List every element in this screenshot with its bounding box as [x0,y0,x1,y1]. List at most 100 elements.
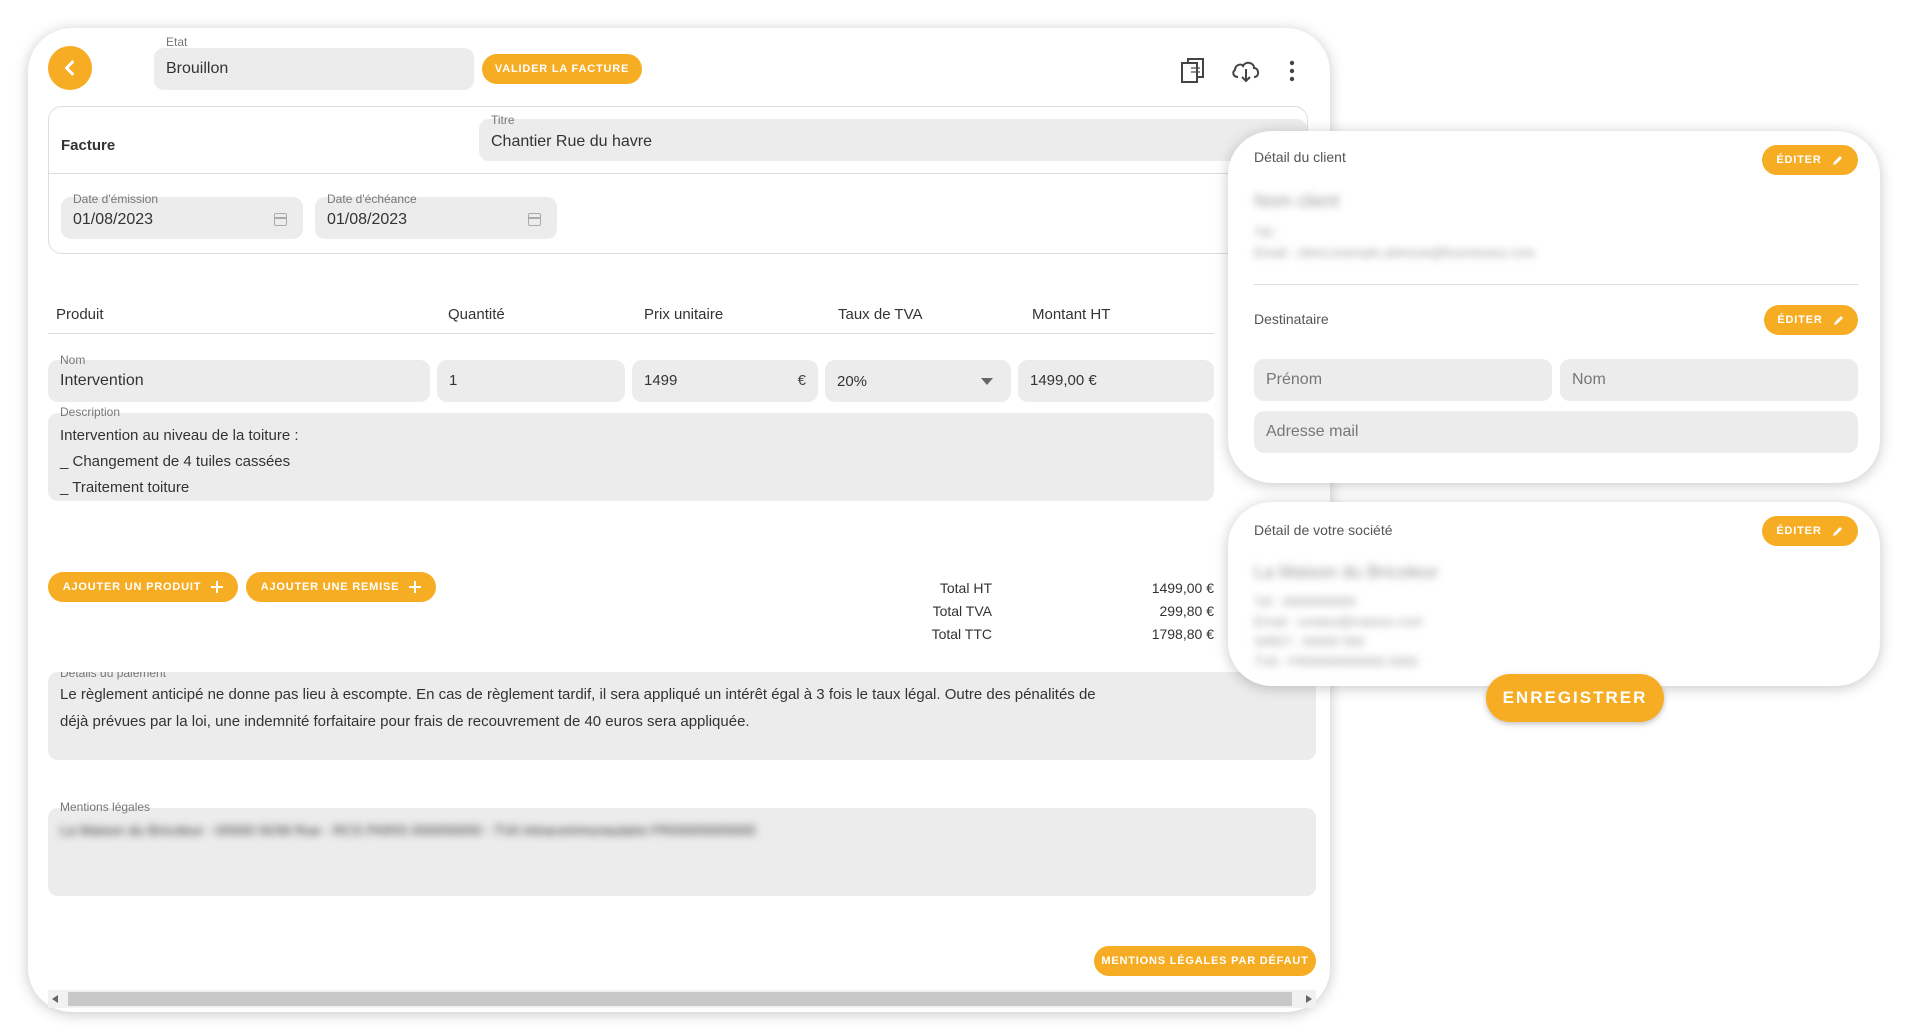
legal-mentions-text: La Maison du Bricoleur - 00000 NOM Rue -… [60,822,756,838]
recipient-email-field[interactable]: Adresse mail [1254,411,1858,453]
scroll-right-icon[interactable] [1306,995,1312,1003]
vat-value: 20% [837,373,868,390]
recipient-lastname-field[interactable]: Nom [1560,359,1858,401]
issue-date-label: Date d'émission [73,192,158,206]
column-header-amount: Montant HT [1032,306,1111,323]
client-name: Nom client [1254,191,1340,211]
description-line: _ Changement de 4 tuiles cassées [60,453,291,470]
total-tva-label: Total TVA [932,603,992,619]
amount-value: 1499,00 € [1030,372,1097,389]
unit-price-field[interactable]: 1499 € [632,360,818,402]
save-label: ENREGISTRER [1502,688,1648,707]
more-options-button[interactable] [1284,58,1300,84]
client-email: Email : client.exemple.adresse@fournisse… [1254,245,1536,260]
company-name: La Maison du Bricoleur [1254,562,1439,582]
add-product-label: AJOUTER UN PRODUIT [62,581,202,593]
due-date-value: 01/08/2023 [327,211,408,228]
pencil-icon [1832,156,1842,165]
description-line: Intervention au niveau de la toiture : [60,427,299,444]
etat-value: Brouillon [166,60,229,77]
total-ttc-value: 1798,80 € [1151,626,1214,642]
copy-icon [1181,58,1204,83]
back-icon [65,60,74,76]
edit-company-label: ÉDITER [1776,525,1822,537]
client-detail-title: Détail du client [1254,149,1346,165]
description-label: Description [60,405,121,419]
pencil-icon [1833,316,1843,325]
company-siret: SIRET : 00000 000 [1254,634,1365,649]
quantity-value: 1 [449,372,458,389]
invoice-card: Etat Brouillon VALIDER LA FACTURE Factur… [28,28,1330,1012]
download-button[interactable] [1230,58,1262,84]
title-label: Titre [491,113,515,127]
total-ht-value: 1499,00 € [1151,580,1214,596]
payment-details-field[interactable]: Détails du paiement Le règlement anticip… [48,672,1316,760]
table-header-divider [48,333,1214,334]
email-placeholder: Adresse mail [1266,423,1359,440]
column-header-unit-price: Prix unitaire [644,306,724,323]
validate-invoice-button[interactable]: VALIDER LA FACTURE [482,54,642,84]
legal-mentions-label: Mentions légales [60,800,151,814]
due-date-field[interactable]: Date d'échéance 01/08/2023 [315,192,557,239]
edit-company-button[interactable]: ÉDITER [1762,516,1858,546]
calendar-icon[interactable] [274,213,287,226]
legal-mentions-field[interactable]: Mentions légales La Maison du Bricoleur … [48,800,1316,896]
default-legal-mentions-button[interactable]: MENTIONS LÉGALES PAR DÉFAUT [1094,946,1316,976]
description-line: _ Traitement toiture [60,479,190,496]
etat-field[interactable]: Etat Brouillon [154,35,474,90]
scrollbar-thumb[interactable] [68,992,1292,1006]
etat-label: Etat [166,35,188,49]
company-detail-card: Détail de votre société ÉDITER La Maison… [1228,502,1880,686]
unit-price-value: 1499 [644,372,678,389]
invoice-info-box: Facture Titre Chantier Rue du havre Date… [48,106,1308,254]
add-product-button[interactable]: AJOUTER UN PRODUIT [48,572,238,602]
payment-details-label: Détails du paiement [60,672,167,680]
edit-client-button[interactable]: ÉDITER [1762,145,1858,175]
amount-field: 1499,00 € [1018,360,1214,402]
plus-icon [409,581,422,593]
add-discount-label: AJOUTER UNE REMISE [260,581,400,593]
save-button[interactable]: ENREGISTRER [1486,674,1664,722]
copy-button[interactable] [1178,56,1208,86]
payment-details-line: Le règlement anticipé ne donne pas lieu … [60,686,1096,703]
issue-date-value: 01/08/2023 [73,211,154,228]
title-field[interactable]: Titre Chantier Rue du havre [479,113,1307,161]
client-detail-card: Détail du client ÉDITER Nom client Tél :… [1228,131,1880,483]
title-value: Chantier Rue du havre [491,133,652,150]
total-ht-label: Total HT [939,580,992,596]
product-name-value: Intervention [60,372,144,389]
total-ttc-label: Total TTC [931,626,992,642]
pencil-icon [1832,527,1842,536]
payment-details-line: déjà prévues par la loi, une indemnité f… [60,713,750,730]
lastname-placeholder: Nom [1572,371,1606,388]
edit-recipient-button[interactable]: ÉDITER [1764,305,1858,335]
description-field[interactable]: Description Intervention au niveau de la… [48,405,1214,501]
issue-date-field[interactable]: Date d'émission 01/08/2023 [61,192,303,239]
total-tva-value: 299,80 € [1159,603,1215,619]
recipient-title: Destinataire [1254,311,1329,327]
add-discount-button[interactable]: AJOUTER UNE REMISE [246,572,436,602]
back-button[interactable] [48,46,92,90]
cloud-download-icon [1232,61,1260,83]
vat-select[interactable]: 20% [825,360,1011,402]
due-date-label: Date d'échéance [327,192,417,206]
validate-invoice-label: VALIDER LA FACTURE [494,63,630,75]
column-header-vat: Taux de TVA [838,306,923,323]
client-phone: Tél : [1254,225,1280,240]
company-detail-title: Détail de votre société [1254,522,1393,538]
company-email: Email : contact@maison.com [1254,614,1423,629]
info-divider [49,173,1307,174]
more-vert-icon [1289,60,1295,82]
quantity-field[interactable]: 1 [437,360,625,402]
product-name-field[interactable]: Nom Intervention [48,353,430,402]
company-phone: Tél : 0000000000 [1254,594,1356,609]
scroll-left-icon[interactable] [52,995,58,1003]
company-vat: TVA : FR00000000000 0000 [1254,654,1418,669]
column-header-product: Produit [56,306,104,323]
firstname-placeholder: Prénom [1266,371,1323,388]
dropdown-arrow-icon [981,378,993,385]
calendar-icon[interactable] [528,213,541,226]
horizontal-scrollbar[interactable] [48,990,1316,1008]
currency-symbol: € [797,372,806,389]
recipient-firstname-field[interactable]: Prénom [1254,359,1552,401]
